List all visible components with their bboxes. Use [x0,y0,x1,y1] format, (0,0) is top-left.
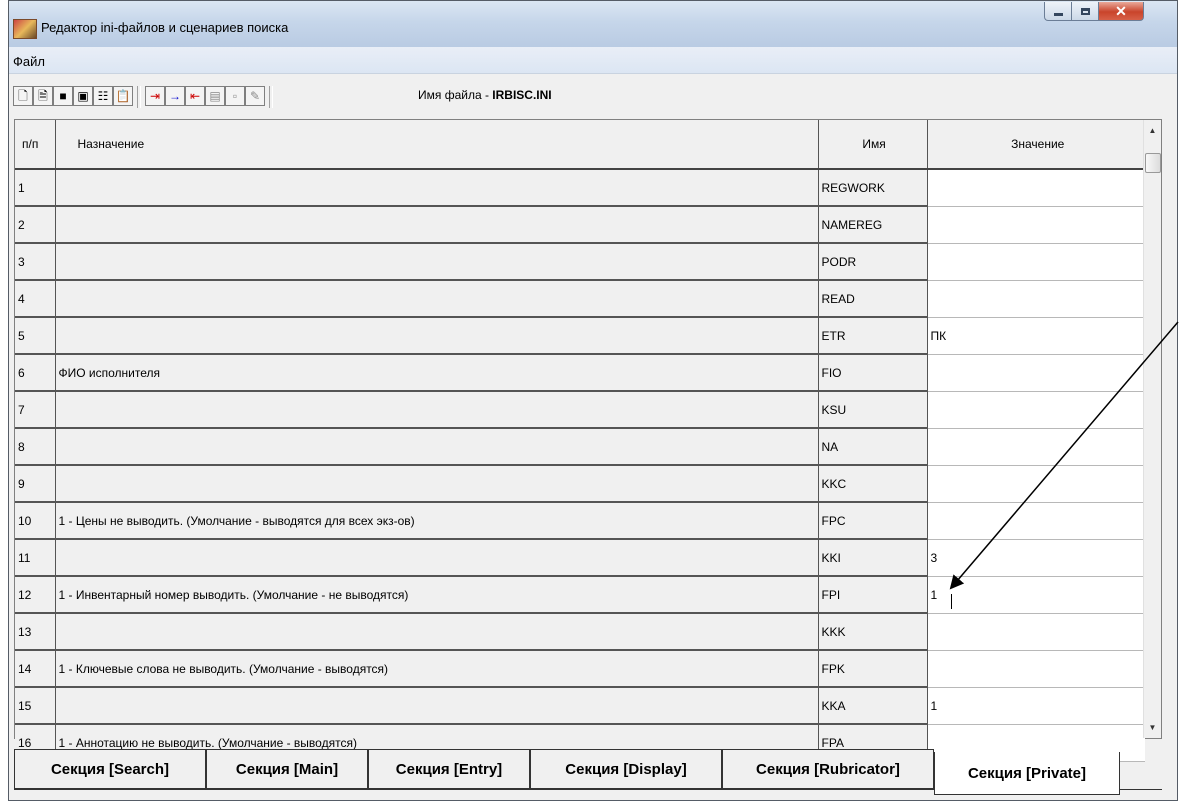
annotation-arrow-line [949,321,1179,590]
annotation-arrow [949,321,1179,590]
